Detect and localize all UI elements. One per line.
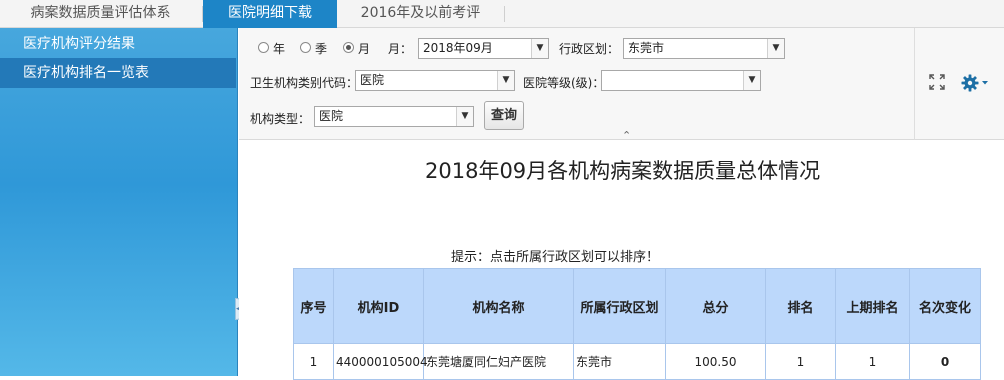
region-value: 东莞市 — [628, 41, 665, 55]
tab-quality-system[interactable]: 病案数据质量评估体系 — [0, 0, 201, 28]
radio-month-label: 月 — [358, 42, 371, 56]
sidebar-item-ranking-list[interactable]: 医疗机构排名一览表 — [0, 58, 236, 88]
grade-label: 医院等级(级)： — [523, 76, 605, 90]
sidebar: 医疗机构评分结果 医疗机构排名一览表 — [0, 28, 238, 376]
category-label: 卫生机构类别代码： — [250, 76, 359, 90]
tab-hospital-download[interactable]: 医院明细下载 — [203, 0, 337, 28]
sidebar-item-score-results[interactable]: 医疗机构评分结果 — [0, 29, 236, 59]
tab-divider — [504, 6, 505, 22]
ranking-table: 序号 机构ID 机构名称 所属行政区划 总分 排名 上期排名 名次变化 1 44… — [293, 268, 981, 380]
category-value: 医院 — [360, 73, 385, 87]
region-select[interactable]: 东莞市 ▼ — [623, 38, 785, 59]
type-select[interactable]: 医院 ▼ — [314, 106, 474, 127]
column-header-change: 名次变化 — [909, 268, 981, 344]
chevron-down-icon: ▼ — [497, 71, 514, 90]
cell-seq: 1 — [293, 343, 334, 380]
chevron-down-icon: ▼ — [767, 39, 784, 58]
column-header-rank: 排名 — [765, 268, 836, 344]
cell-name: 东莞塘厦同仁妇产医院 — [423, 343, 574, 380]
radio-year[interactable] — [258, 42, 269, 53]
category-select[interactable]: 医院 ▼ — [355, 70, 515, 91]
column-header-region[interactable]: 所属行政区划 — [573, 268, 666, 344]
column-header-seq: 序号 — [293, 268, 334, 344]
top-tab-bar: 病案数据质量评估体系 医院明细下载 2016年及以前考评 — [0, 0, 1004, 28]
chevron-down-icon: ▼ — [743, 71, 760, 90]
chevron-down-icon: ▼ — [531, 39, 548, 58]
month-label: 月： — [388, 42, 413, 56]
cell-rank-change: 0 — [909, 343, 981, 380]
gear-icon[interactable] — [961, 74, 989, 97]
table-header-row: 序号 机构ID 机构名称 所属行政区划 总分 排名 上期排名 名次变化 — [293, 268, 981, 344]
radio-year-label: 年 — [273, 42, 286, 56]
column-header-score: 总分 — [665, 268, 766, 344]
month-value: 2018年09月 — [423, 41, 493, 55]
radio-month[interactable] — [343, 42, 354, 53]
radio-quarter-label: 季 — [315, 42, 328, 56]
radio-quarter[interactable] — [300, 42, 311, 53]
filter-panel: 年 季 月 月： 2018年09月 ▼ 行政区划： 东莞市 ▼ 卫生机构类别代码… — [239, 28, 914, 140]
cell-prev-rank: 1 — [835, 343, 910, 380]
tab-2016-review[interactable]: 2016年及以前考评 — [337, 0, 504, 28]
query-button[interactable]: 查询 — [484, 101, 524, 130]
grade-select[interactable]: ▼ — [601, 70, 761, 91]
month-select[interactable]: 2018年09月 ▼ — [418, 38, 549, 59]
cell-rank: 1 — [765, 343, 836, 380]
chevron-down-icon: ▼ — [456, 107, 473, 126]
sort-hint: 提示：点击所属行政区划可以排序！ — [451, 250, 660, 265]
column-header-name: 机构名称 — [423, 268, 574, 344]
report-title: 2018年09月各机构病案数据质量总体情况 — [425, 159, 821, 183]
type-label: 机构类型： — [250, 112, 311, 126]
cell-region: 东莞市 — [573, 343, 666, 380]
region-label: 行政区划： — [559, 42, 620, 56]
column-header-prev-rank: 上期排名 — [835, 268, 910, 344]
table-row: 1 440000105004 东莞塘厦同仁妇产医院 东莞市 100.50 1 1… — [293, 343, 981, 380]
column-header-org-id: 机构ID — [333, 268, 424, 344]
expand-icon[interactable] — [929, 74, 945, 95]
cell-org-id: 440000105004 — [333, 343, 428, 380]
toolbar — [914, 28, 1004, 140]
cell-score: 100.50 — [665, 343, 766, 380]
type-value: 医院 — [319, 109, 344, 123]
